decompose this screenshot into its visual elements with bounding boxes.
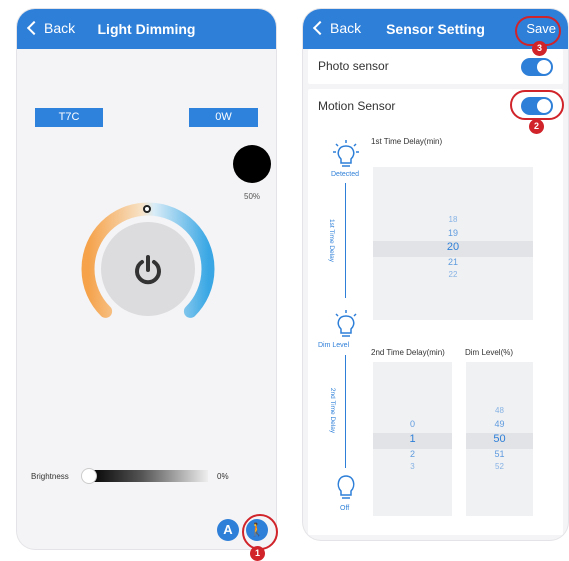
picker-value: 22: [448, 270, 458, 279]
photo-sensor-label: Photo sensor: [318, 59, 389, 73]
timeline-line-1: [345, 183, 346, 298]
picker-value: 51: [494, 449, 505, 459]
dim-level-picker[interactable]: 48 49 50 51 52: [466, 362, 533, 516]
picker-selected-value: 20: [446, 241, 460, 253]
light-dimming-screen: Back Light Dimming T7C 0W 50% Brightness…: [17, 9, 276, 549]
brightness-slider-thumb[interactable]: [81, 468, 97, 484]
picker-value: 3: [410, 462, 415, 471]
off-bulb-icon: [337, 475, 355, 499]
photo-sensor-toggle[interactable]: [521, 58, 553, 76]
auto-mode-button[interactable]: A: [217, 519, 239, 541]
first-delay-label: 1st Time Delay(min): [371, 137, 443, 146]
highlight-ring-motion-toggle: [510, 90, 564, 120]
page-title: Light Dimming: [97, 21, 196, 37]
dim-level-label: Dim Level(%): [465, 348, 514, 357]
picker-value: 52: [495, 462, 504, 471]
motion-sensor-label: Motion Sensor: [318, 99, 396, 113]
brightness-slider[interactable]: [88, 470, 208, 482]
second-delay-label: 2nd Time Delay(min): [371, 348, 445, 357]
step-badge-1: 1: [250, 546, 265, 561]
photo-sensor-row: Photo sensor: [308, 49, 563, 84]
cct-label-button[interactable]: T7C: [35, 108, 103, 127]
off-label: Off: [340, 505, 350, 512]
picker-value: 19: [447, 228, 458, 238]
first-delay-vertical-label: 1st Time Delay: [328, 219, 335, 262]
picker-value: 21: [447, 257, 458, 267]
detected-bulb-icon: [333, 140, 359, 167]
picker-value: 18: [448, 215, 458, 224]
brightness-value: 0%: [217, 472, 229, 481]
step-badge-3: 3: [532, 41, 547, 56]
first-delay-picker[interactable]: 18 19 20 21 22: [373, 167, 533, 320]
picker-value: 49: [494, 419, 505, 429]
dim-bulb-icon: [335, 310, 357, 337]
dim-level-timeline-label: Dim Level: [318, 342, 350, 349]
picker-value: 0: [409, 419, 415, 429]
level-percent: 50%: [244, 192, 261, 201]
power-label-button[interactable]: 0W: [189, 108, 258, 127]
auto-mode-icon: A: [223, 522, 233, 537]
picker-value: 48: [495, 406, 504, 415]
second-delay-picker[interactable]: 0 1 2 3: [373, 362, 452, 516]
dial-handle[interactable]: [143, 205, 151, 213]
timeline-line-2: [345, 355, 346, 468]
power-icon[interactable]: [133, 254, 163, 286]
light-level-indicator: [233, 145, 271, 183]
picker-value: 2: [409, 449, 415, 459]
picker-selected-value: 50: [493, 433, 506, 445]
sensor-setting-screen: Back Sensor Setting Save Photo sensor Mo…: [303, 9, 568, 540]
second-delay-vertical-label: 2nd Time Delay: [329, 387, 337, 434]
detected-label: Detected: [331, 171, 360, 178]
picker-selected-value: 1: [409, 433, 416, 445]
motion-sensor-panel: Motion Sensor Detected 1st Time Delay Di…: [308, 89, 563, 535]
nav-bar: Back Light Dimming: [17, 9, 276, 49]
highlight-ring-motion: [242, 514, 278, 550]
step-badge-2: 2: [529, 119, 544, 134]
brightness-label: Brightness: [31, 472, 69, 481]
